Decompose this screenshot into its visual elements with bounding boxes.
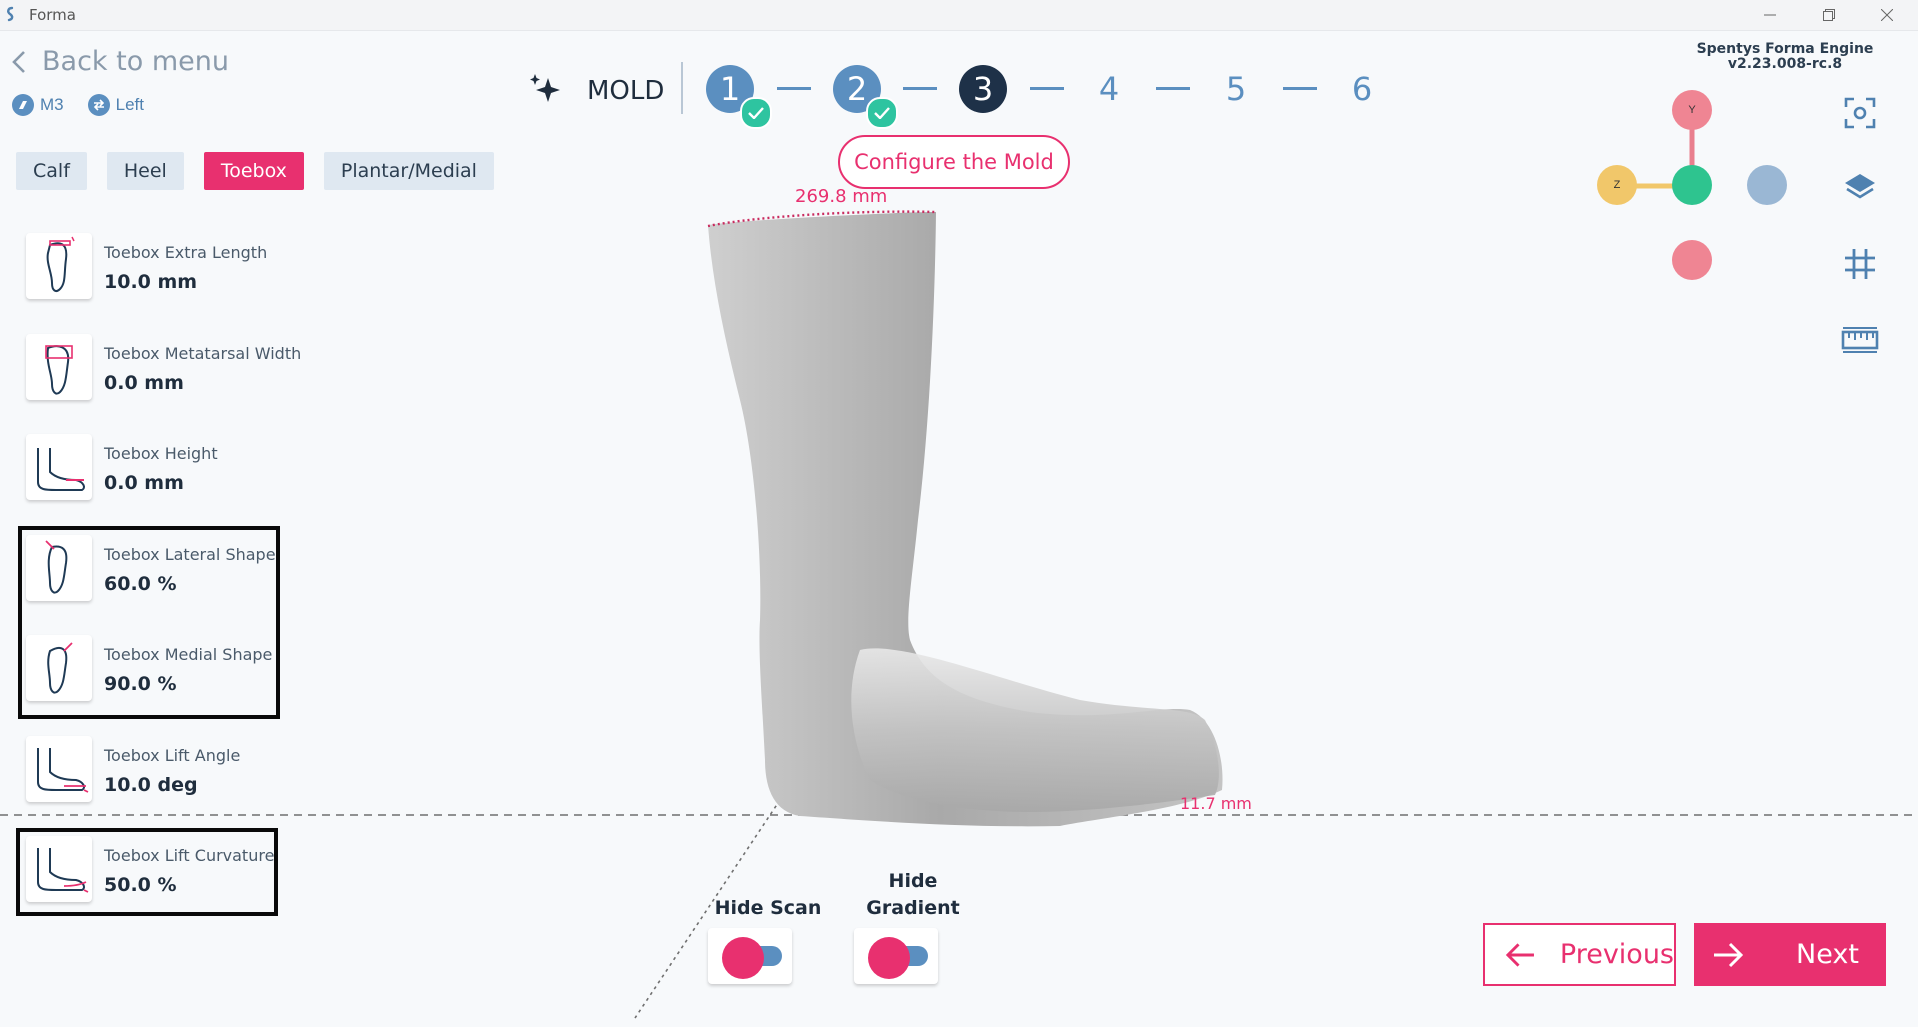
top-circumference-measurement: 269.8 mm	[795, 186, 888, 207]
previous-label: Previous	[1559, 939, 1674, 970]
arrow-right-icon	[1714, 942, 1744, 967]
toe-measurement: 11.7 mm	[1180, 794, 1252, 813]
arrow-left-icon	[1505, 942, 1534, 967]
toggle-knob	[868, 937, 910, 979]
hide-gradient-label: Hide Gradient	[866, 870, 960, 919]
next-label: Next	[1796, 939, 1859, 970]
next-button[interactable]: Next	[1694, 923, 1886, 986]
hide-scan-toggle[interactable]	[708, 928, 792, 984]
toggle-knob	[722, 937, 764, 979]
hide-scan-label: Hide Scan	[714, 897, 822, 919]
hide-gradient-toggle[interactable]	[854, 928, 938, 984]
previous-button[interactable]: Previous	[1483, 923, 1676, 986]
